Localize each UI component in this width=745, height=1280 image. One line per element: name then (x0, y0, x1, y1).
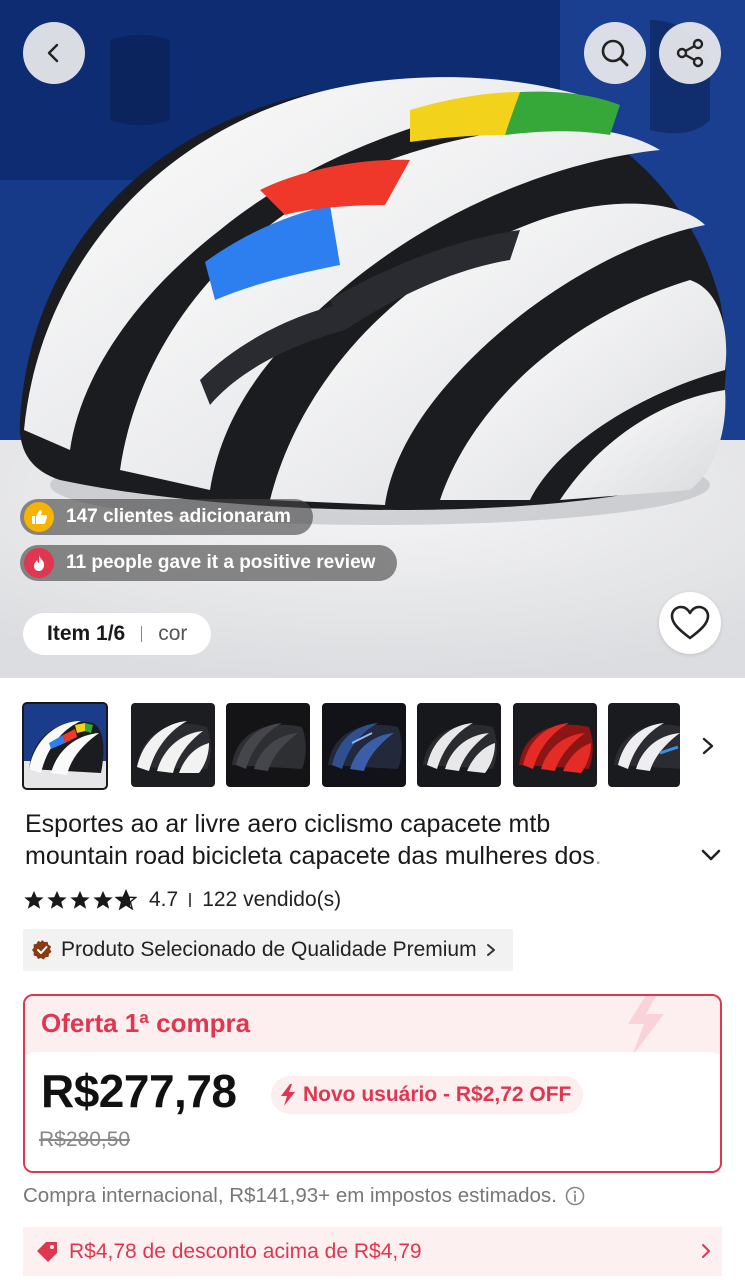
positive-review-text: 11 people gave it a positive review (66, 552, 376, 573)
thumbnail-white-rainbow[interactable] (22, 702, 108, 790)
wishlist-button[interactable] (659, 592, 721, 654)
share-icon (676, 38, 704, 68)
chevron-down-icon (701, 849, 721, 861)
original-price: R$280,50 (39, 1128, 131, 1151)
lightning-watermark-icon (628, 996, 664, 1056)
heart-icon (670, 605, 710, 640)
thumbs-up-icon (24, 502, 54, 532)
chevron-right-icon (702, 1244, 710, 1258)
lightning-icon (281, 1084, 295, 1106)
thumbnail-strip (22, 702, 723, 790)
divider (141, 626, 143, 642)
item-counter-tag[interactable]: Item 1/6 cor (23, 613, 212, 655)
thumbnail-red[interactable] (513, 703, 597, 787)
chevron-right-icon (702, 737, 714, 755)
import-tax-note: Compra internacional, R$141,93+ em impos… (23, 1184, 585, 1208)
star-half-icon (115, 889, 137, 911)
offer-header: Oferta 1ª compra (25, 996, 720, 1056)
store-discount-text: R$4,78 de desconto acima de R$4,79 (69, 1239, 422, 1263)
product-image-gallery[interactable]: 147 clientes adicionaram 11 people gave … (0, 0, 745, 678)
chevron-right-icon (486, 944, 495, 956)
thumbnail-white-grey[interactable] (131, 703, 215, 787)
thumbnail-black[interactable] (226, 703, 310, 787)
star-icon (70, 890, 90, 909)
thumbnail-black-white[interactable] (417, 703, 501, 787)
premium-quality-banner[interactable]: Produto Selecionado de Qualidade Premium (23, 929, 513, 971)
star-icon (24, 890, 44, 909)
new-user-discount-badge: Novo usuário - R$2,72 OFF (271, 1076, 584, 1114)
rating-stars (23, 889, 137, 911)
item-counter: Item 1/6 (47, 622, 126, 645)
offer-title: Oferta 1ª compra (41, 1008, 251, 1038)
thumbnails-next-button[interactable] (694, 730, 722, 762)
offer-body: R$277,78 Novo usuário - R$2,72 OFF R$280… (25, 1052, 720, 1171)
share-button[interactable] (659, 22, 721, 84)
thumbnail-dark-blue[interactable] (322, 703, 406, 787)
back-button[interactable] (23, 22, 85, 84)
info-icon[interactable] (565, 1186, 585, 1206)
positive-review-badge: 11 people gave it a positive review (20, 545, 398, 581)
premium-quality-label: Produto Selecionado de Qualidade Premium (61, 938, 477, 961)
thumbnail-white-blue[interactable] (608, 703, 680, 787)
product-title-line-1: Esportes ao ar livre aero ciclismo capac… (25, 810, 551, 838)
back-arrow-icon (47, 43, 59, 63)
sold-count: 122 vendido(s) (202, 888, 342, 911)
verified-badge-icon (32, 940, 52, 960)
search-button[interactable] (584, 22, 646, 84)
customers-added-text: 147 clientes adicionaram (66, 506, 291, 527)
price-tag-icon (37, 1241, 57, 1262)
item-variant-label: cor (158, 622, 188, 645)
star-icon (93, 890, 113, 909)
new-user-discount-text: Novo usuário - R$2,72 OFF (303, 1083, 572, 1106)
divider (189, 893, 192, 907)
flame-icon (24, 548, 54, 578)
customers-added-badge: 147 clientes adicionaram (20, 499, 313, 535)
product-title: Esportes ao ar livre aero ciclismo capac… (25, 808, 695, 872)
expand-title-button[interactable] (697, 842, 725, 868)
import-tax-text: Compra internacional, R$141,93+ em impos… (23, 1184, 557, 1207)
star-icon (47, 890, 67, 909)
product-title-line-2: mountain road bicicleta capacete das mul… (25, 842, 602, 870)
current-price: R$277,78 (41, 1065, 237, 1117)
store-discount-banner[interactable]: R$4,78 de desconto acima de R$4,79 (23, 1227, 722, 1276)
rating-row[interactable]: 4.7 122 vendido(s) (23, 885, 341, 915)
rating-value: 4.7 (149, 888, 179, 911)
search-icon (601, 39, 629, 67)
first-purchase-offer[interactable]: Oferta 1ª compra R$277,78 Novo usuário -… (23, 994, 722, 1173)
